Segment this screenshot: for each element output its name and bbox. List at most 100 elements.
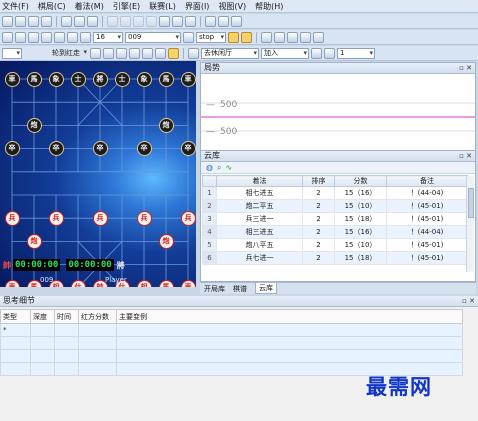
link-icon[interactable] [300, 31, 311, 43]
grid-icon[interactable] [287, 31, 298, 43]
chess-board[interactable]: 車馬象士將士象馬車炮炮卒卒卒卒卒兵兵兵兵兵炮炮車馬相仕帥仕相馬車 [0, 61, 196, 287]
menu-engine[interactable]: 引擎(E) [113, 1, 140, 12]
trend-icon[interactable]: ∿ [225, 163, 232, 172]
flip-icon[interactable] [185, 15, 196, 27]
copy-icon[interactable] [61, 15, 72, 27]
room-select[interactable]: 去休闲厅 [201, 47, 259, 59]
red-piece[interactable]: 仕 [70, 280, 86, 287]
tab-game-record[interactable]: 棋谱 [233, 284, 247, 294]
refresh-icon[interactable]: ◍ [206, 163, 213, 172]
table-row[interactable] [0, 336, 463, 350]
col-main-line[interactable]: 主要变例 [116, 309, 463, 324]
bulb-icon[interactable] [54, 31, 65, 43]
black-piece[interactable]: 卒 [92, 141, 108, 157]
black-piece[interactable]: 士 [114, 71, 130, 87]
save-as-icon[interactable] [41, 15, 52, 27]
red-piece[interactable]: 相 [136, 280, 152, 287]
menu-move[interactable]: 着法(M) [75, 1, 104, 12]
turn-dropdown[interactable] [82, 48, 88, 59]
menu-interface[interactable]: 界面(I) [185, 1, 210, 12]
black-piece[interactable]: 炮 [26, 117, 42, 133]
scroll-thumb[interactable] [468, 188, 474, 218]
layout-icon[interactable] [261, 31, 272, 43]
menu-view[interactable]: 视图(V) [218, 1, 246, 12]
list-icon[interactable] [274, 31, 285, 43]
black-piece[interactable]: 車 [180, 71, 196, 87]
black-piece[interactable]: 卒 [180, 141, 196, 157]
grid-view-icon[interactable] [311, 47, 322, 59]
window-split-icon[interactable] [313, 31, 324, 43]
col-score[interactable]: 分数 [334, 175, 387, 187]
orange-button-2-icon[interactable] [241, 31, 252, 43]
search-icon[interactable] [67, 31, 78, 43]
menu-file[interactable]: 文件(F) [2, 1, 29, 12]
engine-icon[interactable] [2, 31, 13, 43]
join-select[interactable]: 加入 [261, 47, 309, 59]
tool-e-icon[interactable] [142, 47, 153, 59]
table-row[interactable]: 6 兵七进一 2 15（18） ！(45-01) [202, 251, 468, 265]
print-icon[interactable] [87, 15, 98, 27]
table-row[interactable]: 1 相七进五 2 15（16） ！(44-04) [202, 186, 468, 200]
red-piece[interactable]: 車 [4, 280, 20, 287]
help-icon[interactable] [231, 15, 242, 27]
panel-controls-icon[interactable]: ▫ ✕ [462, 296, 475, 306]
tab-opening-book[interactable]: 开局库 [204, 284, 225, 294]
monitor-icon[interactable] [41, 31, 52, 43]
black-piece[interactable]: 車 [4, 71, 20, 87]
table-row[interactable] [0, 349, 463, 363]
black-piece[interactable]: 士 [70, 71, 86, 87]
number-select[interactable]: 1 [337, 47, 375, 59]
black-piece[interactable]: 馬 [158, 71, 174, 87]
tool-a-icon[interactable] [90, 47, 101, 59]
search-icon[interactable]: ⌕ [217, 163, 221, 173]
last-move-icon[interactable] [146, 15, 157, 27]
tool-f-icon[interactable] [155, 47, 166, 59]
black-piece[interactable]: 卒 [48, 141, 64, 157]
table-row[interactable]: 5 炮八平五 2 15（10） ！(45-01) [202, 238, 468, 252]
new-icon[interactable] [2, 15, 13, 27]
open-icon[interactable] [15, 15, 26, 27]
tool-b-icon[interactable] [103, 47, 114, 59]
black-piece[interactable]: 炮 [158, 117, 174, 133]
orange-button-icon[interactable] [228, 31, 239, 43]
black-piece[interactable]: 卒 [136, 141, 152, 157]
next-move-icon[interactable] [133, 15, 144, 27]
panel-controls-icon[interactable]: ▫ ✕ [459, 63, 472, 73]
col-red-score[interactable]: 红方分数 [78, 309, 117, 324]
room-icon[interactable] [188, 47, 199, 59]
mode-select[interactable]: stop [196, 31, 226, 43]
table-row[interactable]: 3 兵三进一 2 15（18） ！(45-01) [202, 212, 468, 226]
menu-help[interactable]: 帮助(H) [255, 1, 283, 12]
play-icon[interactable] [172, 15, 183, 27]
cloud-scrollbar[interactable] [466, 176, 474, 272]
first-move-icon[interactable] [107, 15, 118, 27]
black-piece[interactable]: 馬 [26, 71, 42, 87]
small-select[interactable] [2, 47, 22, 59]
red-piece[interactable]: 兵 [48, 210, 64, 226]
tool-g-icon[interactable] [168, 47, 179, 59]
col-note[interactable]: 备注 [386, 175, 468, 187]
engine-select[interactable]: 009 [125, 31, 181, 43]
table-row[interactable]: 2 炮二平五 2 15（10） ！(45-01) [202, 199, 468, 213]
down-arrow-icon[interactable] [324, 47, 335, 59]
depth-select[interactable]: 16 [93, 31, 123, 43]
red-piece[interactable]: 馬 [158, 280, 174, 287]
panel-controls-icon[interactable]: ▫ ✕ [459, 151, 472, 161]
menu-game[interactable]: 棋局(C) [38, 1, 66, 12]
analyze-icon[interactable] [80, 31, 91, 43]
board-icon[interactable] [15, 31, 26, 43]
table-row[interactable]: 4 相三进五 2 15（16） ！(44-04) [202, 225, 468, 239]
settings-icon[interactable] [205, 15, 216, 27]
red-piece[interactable]: 兵 [4, 210, 20, 226]
col-rank[interactable]: 排序 [302, 175, 335, 187]
prev-move-icon[interactable] [120, 15, 131, 27]
tool-c-icon[interactable] [116, 47, 127, 59]
tool-d-icon[interactable] [129, 47, 140, 59]
menu-league[interactable]: 联赛(L) [149, 1, 176, 12]
bold-icon[interactable] [183, 31, 194, 43]
col-depth[interactable]: 深度 [30, 309, 55, 324]
red-piece[interactable]: 炮 [26, 233, 42, 249]
black-piece[interactable]: 將 [92, 71, 108, 87]
red-piece[interactable]: 兵 [92, 210, 108, 226]
window-icon[interactable] [218, 15, 229, 27]
